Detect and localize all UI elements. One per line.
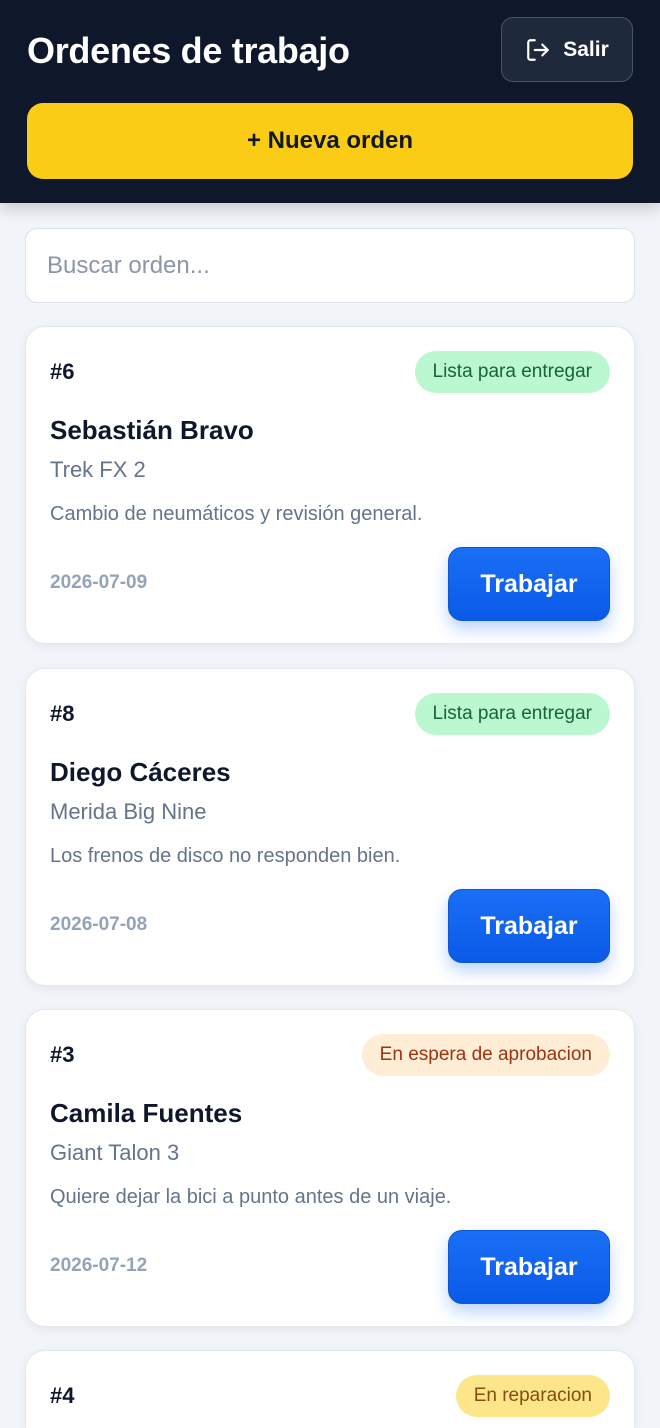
order-card: #3 En espera de aprobacion Camila Fuente… — [25, 1009, 635, 1327]
order-description: Cambio de neumáticos y revisión general. — [50, 503, 423, 525]
order-date: 2026-07-12 — [50, 1255, 148, 1276]
order-id: #3 — [50, 1042, 75, 1067]
status-badge: Lista para entregar — [414, 693, 610, 735]
customer-name: Diego Cáceres — [50, 757, 231, 787]
search-input[interactable]: Buscar orden... — [25, 228, 635, 303]
work-button[interactable]: Trabajar — [448, 889, 610, 963]
order-date: 2026-07-09 — [50, 572, 148, 593]
app-header: Ordenes de trabajo Salir + Nueva orden — [0, 0, 660, 203]
order-id: #4 — [50, 1383, 75, 1408]
status-badge: Lista para entregar — [414, 351, 610, 393]
new-order-button[interactable]: + Nueva orden — [27, 103, 633, 179]
order-description: Quiere dejar la bici a punto antes de un… — [50, 1186, 452, 1208]
logout-icon — [525, 37, 551, 63]
bike-model: Trek FX 2 — [50, 457, 146, 482]
bike-model: Giant Talon 3 — [50, 1140, 180, 1165]
customer-name: Sebastián Bravo — [50, 415, 254, 445]
order-card: #4 En reparacion — [25, 1350, 635, 1428]
work-button[interactable]: Trabajar — [448, 547, 610, 621]
page-title: Ordenes de trabajo — [27, 30, 350, 71]
bike-model: Merida Big Nine — [50, 799, 207, 824]
order-id: #6 — [50, 359, 75, 384]
logout-button[interactable]: Salir — [501, 17, 633, 82]
order-date: 2026-07-08 — [50, 914, 148, 935]
order-card: #8 Lista para entregar Diego Cáceres Mer… — [25, 668, 635, 986]
status-badge: En reparacion — [455, 1375, 610, 1417]
logout-label: Salir — [563, 37, 609, 61]
status-badge: En espera de aprobacion — [361, 1034, 610, 1076]
order-card: #6 Lista para entregar Sebastián Bravo T… — [25, 326, 635, 644]
order-id: #8 — [50, 701, 75, 726]
order-description: Los frenos de disco no responden bien. — [50, 845, 401, 867]
work-button[interactable]: Trabajar — [448, 1230, 610, 1304]
customer-name: Camila Fuentes — [50, 1098, 243, 1128]
